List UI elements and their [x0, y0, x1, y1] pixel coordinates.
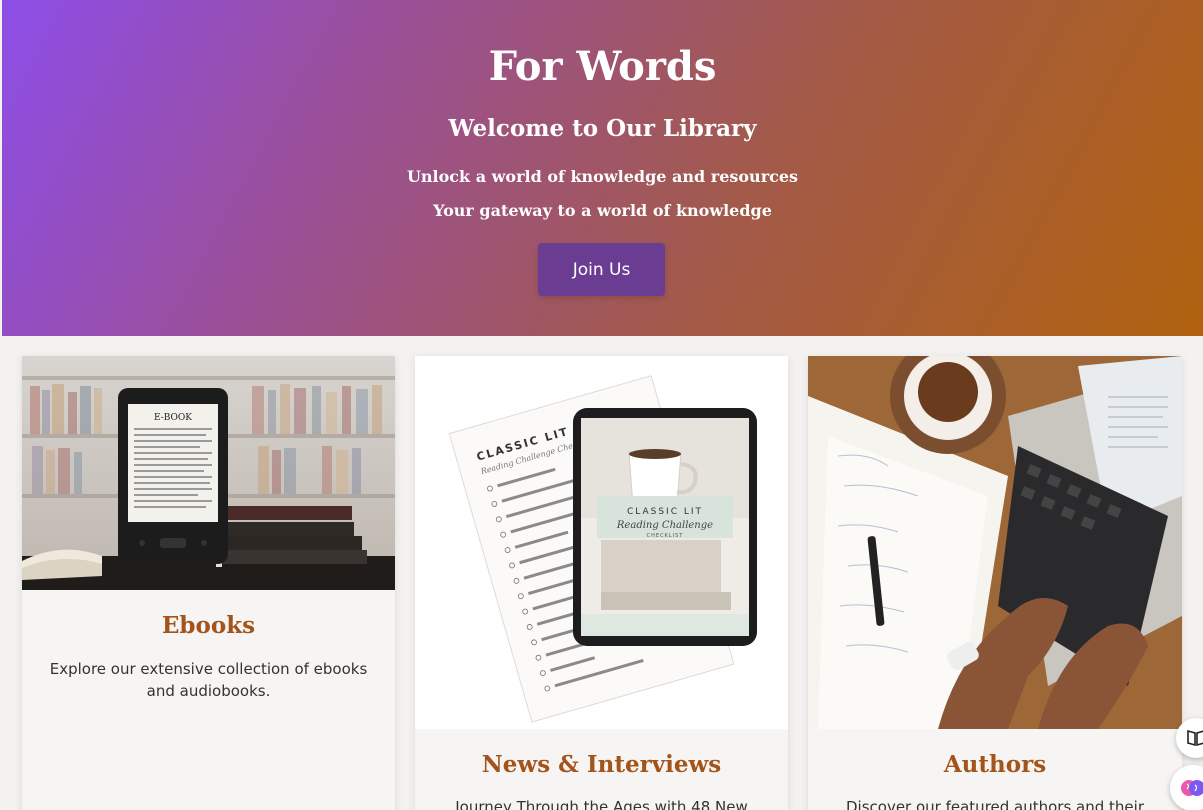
hero-banner: For Words Welcome to Our Library Unlock …: [2, 0, 1203, 336]
book-open-icon: [1187, 729, 1203, 747]
ebooks-image: E-BOOK: [22, 356, 395, 590]
card-title-news-interviews: News & Interviews: [481, 751, 722, 778]
card-authors[interactable]: Authors Discover our featured authors an…: [808, 356, 1182, 810]
assistant-button[interactable]: [1170, 765, 1203, 810]
authors-image: [808, 356, 1182, 729]
tablet-title: CLASSIC LIT: [627, 507, 703, 517]
card-ebooks[interactable]: E-BOOK Ebooks Explore our extensive coll…: [22, 356, 395, 810]
brain-icon: [1181, 780, 1203, 796]
card-title-ebooks: Ebooks: [161, 612, 256, 639]
tablet-caption: CHECKLIST: [647, 533, 684, 539]
card-description-ebooks: Explore our extensive collection of eboo…: [49, 660, 368, 700]
welcome-heading: Welcome to Our Library: [448, 115, 757, 142]
tagline-primary: Unlock a world of knowledge and resource…: [406, 167, 799, 186]
tagline-secondary: Your gateway to a world of knowledge: [433, 201, 772, 220]
card-description-news-interviews: Journey Through the Ages with 48 New: [455, 798, 748, 810]
news-interviews-image: CLASSIC LIT Reading Challenge Checklist: [415, 356, 788, 729]
site-title: For Words: [488, 43, 717, 90]
card-news-interviews[interactable]: CLASSIC LIT Reading Challenge Checklist: [415, 356, 788, 810]
card-description-authors: Discover our featured authors and their: [845, 798, 1144, 810]
ebook-screen-title: E-BOOK: [154, 413, 192, 423]
join-us-button[interactable]: Join Us: [538, 243, 665, 296]
reader-mode-button[interactable]: [1176, 718, 1203, 758]
card-title-authors: Authors: [943, 751, 1047, 778]
tablet-subtitle: Reading Challenge: [616, 520, 713, 531]
